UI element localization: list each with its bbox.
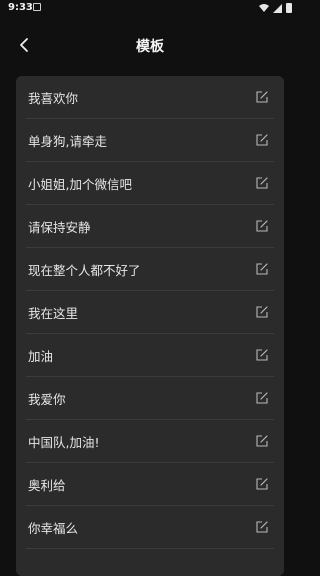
template-list-item[interactable]: 请保持安静 bbox=[26, 205, 274, 248]
template-list-item[interactable]: 小姐姐,加个微信吧 bbox=[26, 162, 274, 205]
template-list-item[interactable]: 奥利给 bbox=[26, 463, 274, 506]
template-list-item[interactable]: 你幸福么 bbox=[26, 506, 274, 549]
edit-icon[interactable] bbox=[256, 478, 268, 490]
edit-icon[interactable] bbox=[256, 306, 268, 318]
edit-icon[interactable] bbox=[256, 435, 268, 447]
page-title: 模板 bbox=[136, 39, 164, 55]
edit-icon[interactable] bbox=[256, 392, 268, 404]
edit-icon[interactable] bbox=[256, 220, 268, 232]
template-list-item[interactable]: 单身狗,请牵走 bbox=[26, 119, 274, 162]
wifi-icon bbox=[259, 4, 269, 12]
template-label: 现在整个人都不好了 bbox=[28, 262, 141, 278]
template-label: 我喜欢你 bbox=[28, 90, 79, 106]
edit-icon[interactable] bbox=[256, 134, 268, 146]
template-label: 单身狗,请牵走 bbox=[28, 133, 107, 149]
status-bar: 9:33 bbox=[0, 0, 300, 16]
status-time: 9:33 bbox=[8, 2, 33, 13]
template-label: 请保持安静 bbox=[28, 219, 91, 235]
template-list-item[interactable]: 中国队,加油! bbox=[26, 420, 274, 463]
edit-icon[interactable] bbox=[256, 521, 268, 533]
edit-icon[interactable] bbox=[256, 91, 268, 103]
edit-icon[interactable] bbox=[256, 263, 268, 275]
template-label: 中国队,加油! bbox=[28, 434, 100, 450]
notification-icon bbox=[33, 3, 41, 11]
edit-icon[interactable] bbox=[256, 349, 268, 361]
template-list-item[interactable]: 我爱你 bbox=[26, 377, 274, 420]
template-label: 小姐姐,加个微信吧 bbox=[28, 176, 132, 192]
template-list-item[interactable]: 我在这里 bbox=[26, 291, 274, 334]
app-bar: 模板 bbox=[0, 28, 300, 62]
template-list-panel: 我喜欢你单身狗,请牵走小姐姐,加个微信吧 请保持安静现在整个人都不好了 我在这里加油… bbox=[16, 76, 284, 576]
template-label: 你幸福么 bbox=[28, 520, 79, 536]
battery-icon bbox=[286, 3, 292, 13]
template-label: 加油 bbox=[28, 348, 54, 364]
signal-icon bbox=[273, 3, 282, 13]
template-label: 奥利给 bbox=[28, 477, 66, 493]
template-label: 我在这里 bbox=[28, 305, 79, 321]
template-list-item[interactable]: 我喜欢你 bbox=[26, 76, 274, 119]
template-list: 我喜欢你单身狗,请牵走小姐姐,加个微信吧 请保持安静现在整个人都不好了 我在这里加油… bbox=[16, 76, 284, 549]
status-icons bbox=[259, 3, 292, 13]
template-list-item[interactable]: 加油 bbox=[26, 334, 274, 377]
edit-icon[interactable] bbox=[256, 177, 268, 189]
template-list-item[interactable]: 现在整个人都不好了 bbox=[26, 248, 274, 291]
template-label: 我爱你 bbox=[28, 391, 66, 407]
